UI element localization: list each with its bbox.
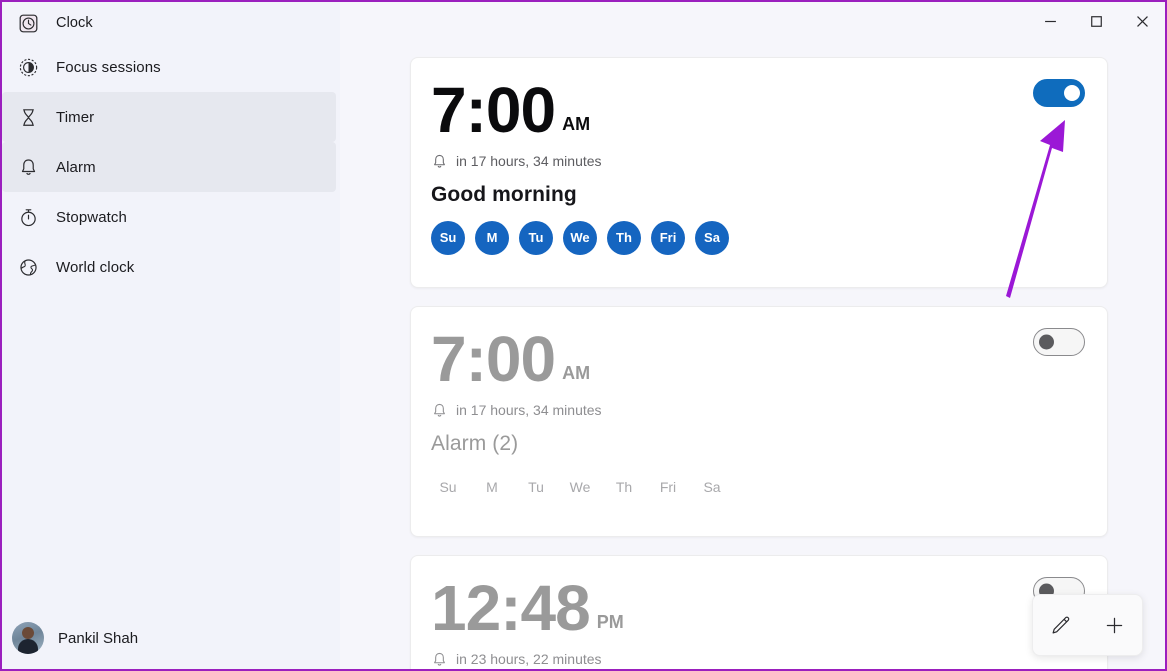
toggle-knob bbox=[1039, 334, 1054, 350]
app-title-row: Clock bbox=[2, 4, 340, 42]
day-chip[interactable]: Fri bbox=[651, 470, 685, 504]
add-alarm-button[interactable] bbox=[1093, 603, 1137, 647]
maximize-icon bbox=[1090, 15, 1102, 27]
alarm-meridiem: AM bbox=[562, 363, 591, 383]
alarm-countdown-row: in 23 hours, 22 minutes bbox=[431, 651, 1083, 668]
alarm-time-row: 12:48 PM bbox=[431, 572, 1083, 644]
alarm-countdown: in 23 hours, 22 minutes bbox=[456, 651, 602, 668]
pencil-icon bbox=[1052, 616, 1069, 633]
day-chip[interactable]: Su bbox=[431, 220, 465, 255]
alarm-countdown: in 17 hours, 34 minutes bbox=[456, 402, 602, 419]
alarm-countdown: in 17 hours, 34 minutes bbox=[456, 153, 602, 170]
sidebar-item-alarm[interactable]: Alarm bbox=[2, 142, 336, 192]
alarm-days-row: Su M Tu We Th Fri Sa bbox=[431, 220, 1083, 255]
sidebar-item-timer[interactable]: Timer bbox=[2, 92, 336, 142]
hourglass-icon bbox=[10, 99, 46, 135]
alarm-days-row: Su M Tu We Th Fri Sa bbox=[431, 470, 1083, 504]
toggle-knob bbox=[1064, 85, 1080, 101]
minimize-icon bbox=[1044, 20, 1056, 22]
alarm-time: 7:00 bbox=[431, 323, 556, 395]
day-chip[interactable]: Tu bbox=[519, 220, 553, 255]
close-button[interactable] bbox=[1119, 2, 1165, 40]
alarm-name: Alarm (2) bbox=[431, 431, 519, 455]
alarm-countdown-row: in 17 hours, 34 minutes bbox=[431, 402, 1083, 419]
sidebar-item-label: Focus sessions bbox=[56, 58, 161, 76]
day-chip[interactable]: We bbox=[563, 470, 597, 504]
day-chip[interactable]: Tu bbox=[519, 470, 553, 504]
globe-icon bbox=[10, 249, 46, 285]
alarm-card[interactable]: 12:48 PM in 23 hours, 22 minutes bbox=[410, 555, 1108, 669]
user-profile[interactable]: Pankil Shah bbox=[2, 613, 340, 669]
sidebar-item-focus-sessions[interactable]: Focus sessions bbox=[2, 42, 340, 92]
content-area: 7:00 AM in 17 hours, 34 minutes Good mor… bbox=[340, 2, 1165, 669]
app-title: Clock bbox=[56, 15, 93, 31]
alarm-list[interactable]: 7:00 AM in 17 hours, 34 minutes Good mor… bbox=[340, 40, 1165, 669]
alarm-time: 7:00 bbox=[431, 74, 556, 146]
alarm-time: 12:48 bbox=[431, 572, 591, 644]
sidebar: Clock Focus sessions Timer Alarm Stopwat… bbox=[2, 2, 340, 669]
stopwatch-icon bbox=[10, 199, 46, 235]
sidebar-item-label: Alarm bbox=[56, 158, 96, 176]
day-chip[interactable]: Sa bbox=[695, 470, 729, 504]
profile-name: Pankil Shah bbox=[58, 629, 139, 647]
day-chip[interactable]: We bbox=[563, 220, 597, 255]
sidebar-item-label: World clock bbox=[56, 258, 135, 276]
titlebar bbox=[340, 2, 1165, 40]
bell-icon bbox=[431, 153, 448, 170]
minimize-button[interactable] bbox=[1027, 2, 1073, 40]
edit-alarm-button[interactable] bbox=[1038, 603, 1082, 647]
clock-app-window: Clock Focus sessions Timer Alarm Stopwat… bbox=[0, 0, 1167, 671]
day-chip[interactable]: M bbox=[475, 470, 509, 504]
sidebar-nav-list: Clock Focus sessions Timer Alarm Stopwat… bbox=[2, 2, 340, 613]
alarm-actions-panel bbox=[1032, 594, 1143, 656]
day-chip[interactable]: Th bbox=[607, 470, 641, 504]
day-chip[interactable]: Fri bbox=[651, 220, 685, 255]
day-chip[interactable]: Su bbox=[431, 470, 465, 504]
clock-icon bbox=[10, 5, 46, 41]
bell-icon bbox=[431, 651, 448, 668]
focus-sessions-icon bbox=[10, 49, 46, 85]
alarm-meridiem: AM bbox=[562, 114, 591, 134]
alarm-name: Good morning bbox=[431, 182, 577, 206]
day-chip[interactable]: M bbox=[475, 220, 509, 255]
alarm-toggle[interactable] bbox=[1033, 79, 1085, 107]
day-chip[interactable]: Sa bbox=[695, 220, 729, 255]
maximize-button[interactable] bbox=[1073, 2, 1119, 40]
alarm-toggle[interactable] bbox=[1033, 328, 1085, 356]
sidebar-item-world-clock[interactable]: World clock bbox=[2, 242, 340, 292]
day-chip[interactable]: Th bbox=[607, 220, 641, 255]
avatar bbox=[12, 622, 44, 654]
sidebar-item-stopwatch[interactable]: Stopwatch bbox=[2, 192, 340, 242]
sidebar-item-label: Timer bbox=[56, 108, 95, 126]
alarm-meridiem: PM bbox=[596, 612, 624, 632]
alarm-card[interactable]: 7:00 AM in 17 hours, 34 minutes Alarm (2… bbox=[410, 306, 1108, 537]
alarm-countdown-row: in 17 hours, 34 minutes bbox=[431, 153, 1083, 170]
sidebar-item-label: Stopwatch bbox=[56, 208, 127, 226]
alarm-time-row: 7:00 AM bbox=[431, 323, 1083, 395]
close-icon bbox=[1136, 15, 1148, 27]
plus-icon bbox=[1107, 617, 1123, 633]
alarm-time-row: 7:00 AM bbox=[431, 74, 1083, 146]
bell-icon bbox=[10, 149, 46, 185]
alarm-card[interactable]: 7:00 AM in 17 hours, 34 minutes Good mor… bbox=[410, 57, 1108, 288]
bell-icon bbox=[431, 402, 448, 419]
